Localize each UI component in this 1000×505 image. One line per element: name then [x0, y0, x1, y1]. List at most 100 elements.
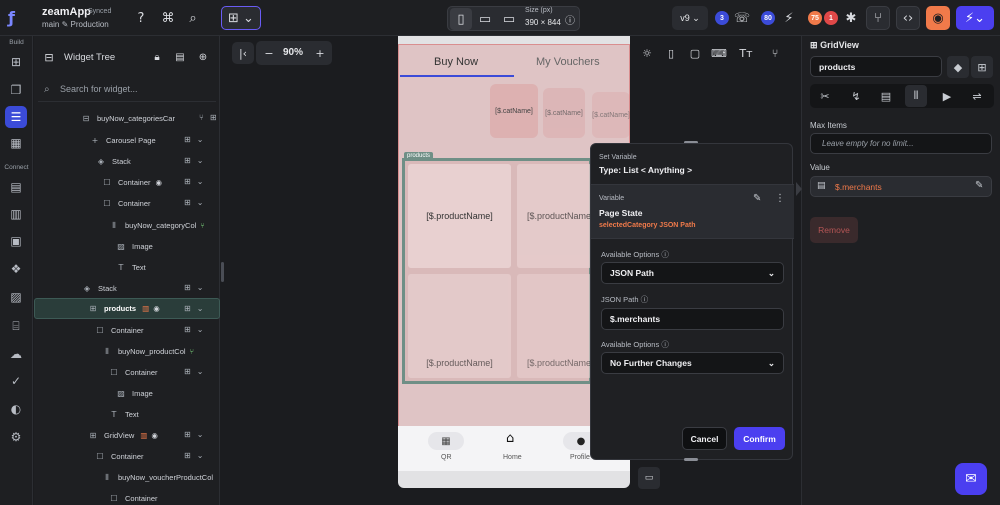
custom-code-icon[interactable]: ⌸ — [5, 315, 27, 337]
products-grid[interactable]: [$.productName] [$.productName] [$.produ… — [402, 158, 594, 384]
bug-icon[interactable]: ✱ — [840, 7, 862, 29]
cancel-button[interactable]: Cancel — [682, 427, 727, 450]
search-icon[interactable]: ⌕ — [182, 7, 204, 29]
json-path-input[interactable]: $.merchants — [601, 308, 784, 330]
properties-tab-icon[interactable]: ✂ — [814, 85, 836, 107]
add-child-icon[interactable]: ⊕ — [192, 46, 214, 68]
product-cell[interactable]: [$.productName] — [408, 164, 511, 268]
branch-icon[interactable]: ⑂ — [866, 6, 890, 30]
confirm-button[interactable]: Confirm — [734, 427, 785, 450]
remove-button[interactable]: Remove — [810, 217, 858, 243]
database-icon[interactable]: ▤ — [5, 176, 27, 198]
visibility-eye-icon[interactable]: ◉ — [153, 304, 160, 313]
text-scale-icon[interactable]: Tт — [735, 42, 757, 64]
chat-icon[interactable]: ☏ — [731, 7, 753, 29]
tree-item[interactable]: T Text — [108, 404, 188, 425]
cloud-icon[interactable]: ☁ — [5, 343, 27, 365]
theme-icon[interactable]: ◐ — [5, 398, 27, 420]
api-icon[interactable]: ▣ — [5, 230, 27, 252]
preview-eye-icon[interactable]: ◉ — [926, 6, 950, 30]
actions-tab-icon[interactable]: ↯ — [845, 85, 867, 107]
tree-item-actions[interactable]: ⊞ ⌄ — [184, 430, 210, 439]
tree-item[interactable]: ⦀ buyNow_categoryCol ⑂ — [108, 215, 220, 236]
tree-item[interactable]: ☐ Container — [94, 320, 194, 341]
more-options-icon[interactable]: ⋮ — [775, 193, 785, 204]
variable-section[interactable]: Variable Page State selectedCategory JSO… — [591, 184, 794, 239]
widget-search-placeholder[interactable]: Search for widget... — [60, 84, 138, 94]
tree-item[interactable]: T Text — [115, 257, 195, 278]
tree-item-actions[interactable]: ⊞ ⌄ — [184, 451, 210, 460]
panel-layout-icon[interactable]: ⊟ — [38, 46, 60, 68]
add-widget-icon[interactable]: ⊞ — [5, 51, 27, 73]
popup-resize-handle[interactable] — [684, 458, 698, 461]
advanced-tab-icon[interactable]: ⇌ — [966, 85, 988, 107]
collapse-icon[interactable]: ▤ — [169, 46, 191, 68]
components-icon[interactable]: ❖ — [5, 258, 27, 280]
tree-item-actions[interactable]: ⊞ ⌄ — [184, 325, 210, 334]
nav-qr[interactable]: QR — [441, 454, 452, 461]
tab-buy-now[interactable]: Buy Now — [434, 56, 478, 68]
desktop-device-icon[interactable]: ▭ — [498, 8, 520, 30]
zoom-out-icon[interactable]: − — [258, 42, 280, 64]
edit-pencil-icon[interactable]: ✎ — [975, 180, 983, 191]
nav-profile[interactable]: Profile — [570, 454, 590, 461]
tree-item-actions[interactable]: ⊞ ⌄ — [184, 367, 210, 376]
product-cell[interactable]: [$.productName] — [408, 274, 511, 378]
phone-frame-icon[interactable]: ▯ — [660, 42, 682, 64]
tree-item[interactable]: ◈ Stack — [81, 278, 181, 299]
nav-home[interactable]: Home — [503, 454, 522, 461]
category-card[interactable]: [$.catName] — [592, 92, 630, 138]
tree-item[interactable]: ⦀ buyNow_productCol ⑂ — [101, 341, 220, 362]
product-cell[interactable]: [$.productName] — [517, 164, 594, 268]
check-icon[interactable]: ✓ — [5, 370, 27, 392]
backend-query-tab-icon[interactable]: ▤ — [875, 85, 897, 107]
add-widget-icon[interactable]: ⊞ — [971, 56, 993, 78]
visibility-eye-icon[interactable]: ◉ — [151, 431, 158, 440]
tree-item-actions[interactable]: ⊞ ⌄ — [184, 283, 210, 292]
code-icon[interactable]: ‹› — [896, 6, 920, 30]
category-card[interactable]: [$.catName] — [490, 84, 538, 138]
available-options-dropdown[interactable]: JSON Path ⌄ — [601, 262, 784, 284]
tree-view-icon[interactable]: ⑂ — [764, 42, 786, 64]
storyboard-icon[interactable]: ▦ — [5, 132, 27, 154]
screenshot-icon[interactable]: ▭ — [638, 467, 660, 489]
version-selector[interactable]: v9 ⌄ — [672, 6, 708, 30]
phone-device-icon[interactable]: ▯ — [450, 8, 472, 30]
widget-palette-button[interactable]: ⊞ ⌄ — [221, 6, 261, 30]
tree-item-actions[interactable]: ⊞ ⌄ — [184, 156, 210, 165]
flutterflow-logo-icon[interactable]: ƒ — [8, 8, 26, 27]
tree-item[interactable]: ▨ Image — [115, 236, 195, 257]
tree-item-actions[interactable]: ⊞ ⌄ — [184, 198, 210, 207]
help-icon[interactable]: ? — [130, 7, 152, 29]
tree-item[interactable]: ⦀ buyNow_voucherProductCol — [101, 467, 220, 488]
widget-name-input[interactable]: products — [810, 56, 942, 77]
tree-item[interactable]: ◈ Stack — [95, 151, 195, 172]
category-card[interactable]: [$.catName] — [543, 88, 585, 138]
command-icon[interactable]: ⌘ — [157, 7, 179, 29]
diamond-icon[interactable]: ◆ — [947, 56, 969, 78]
run-button[interactable]: ⚡⌄ — [956, 6, 994, 30]
flash-icon[interactable]: ⚡ — [778, 7, 800, 29]
support-chat-icon[interactable]: ✉ — [955, 463, 987, 495]
max-items-input[interactable]: Leave empty for no limit... — [810, 133, 992, 154]
brightness-icon[interactable]: ☼ — [636, 42, 658, 64]
tree-item-actions[interactable]: ⑂ ⊞ — [199, 113, 217, 122]
zoom-in-icon[interactable]: + — [309, 42, 331, 64]
info-icon[interactable]: ⓘ — [559, 8, 581, 30]
responsive-icon[interactable]: ▢ — [684, 42, 706, 64]
collapse-panel-icon[interactable]: |‹ — [232, 42, 254, 64]
tablet-device-icon[interactable]: ▭ — [474, 8, 496, 30]
tree-item-actions[interactable]: ⊞ ⌄ — [184, 304, 210, 313]
qr-icon[interactable]: ▦ — [428, 432, 464, 450]
widget-tree-icon[interactable]: ☰ — [5, 106, 27, 128]
lock-icon[interactable]: 🔒︎ — [146, 46, 168, 68]
settings-gear-icon[interactable]: ⚙ — [5, 426, 27, 448]
tree-item[interactable]: ☐ Container — [94, 446, 184, 467]
keyboard-icon[interactable]: ⌨ — [708, 42, 730, 64]
media-icon[interactable]: ▨ — [5, 286, 27, 308]
further-changes-dropdown[interactable]: No Further Changes ⌄ — [601, 352, 784, 374]
home-icon[interactable]: ⌂ — [506, 431, 514, 446]
tree-item[interactable]: ▨ Image — [115, 383, 195, 404]
edit-pencil-icon[interactable]: ✎ — [753, 193, 761, 204]
value-binding-field[interactable]: ▤ $.merchants ✎ — [810, 176, 992, 197]
